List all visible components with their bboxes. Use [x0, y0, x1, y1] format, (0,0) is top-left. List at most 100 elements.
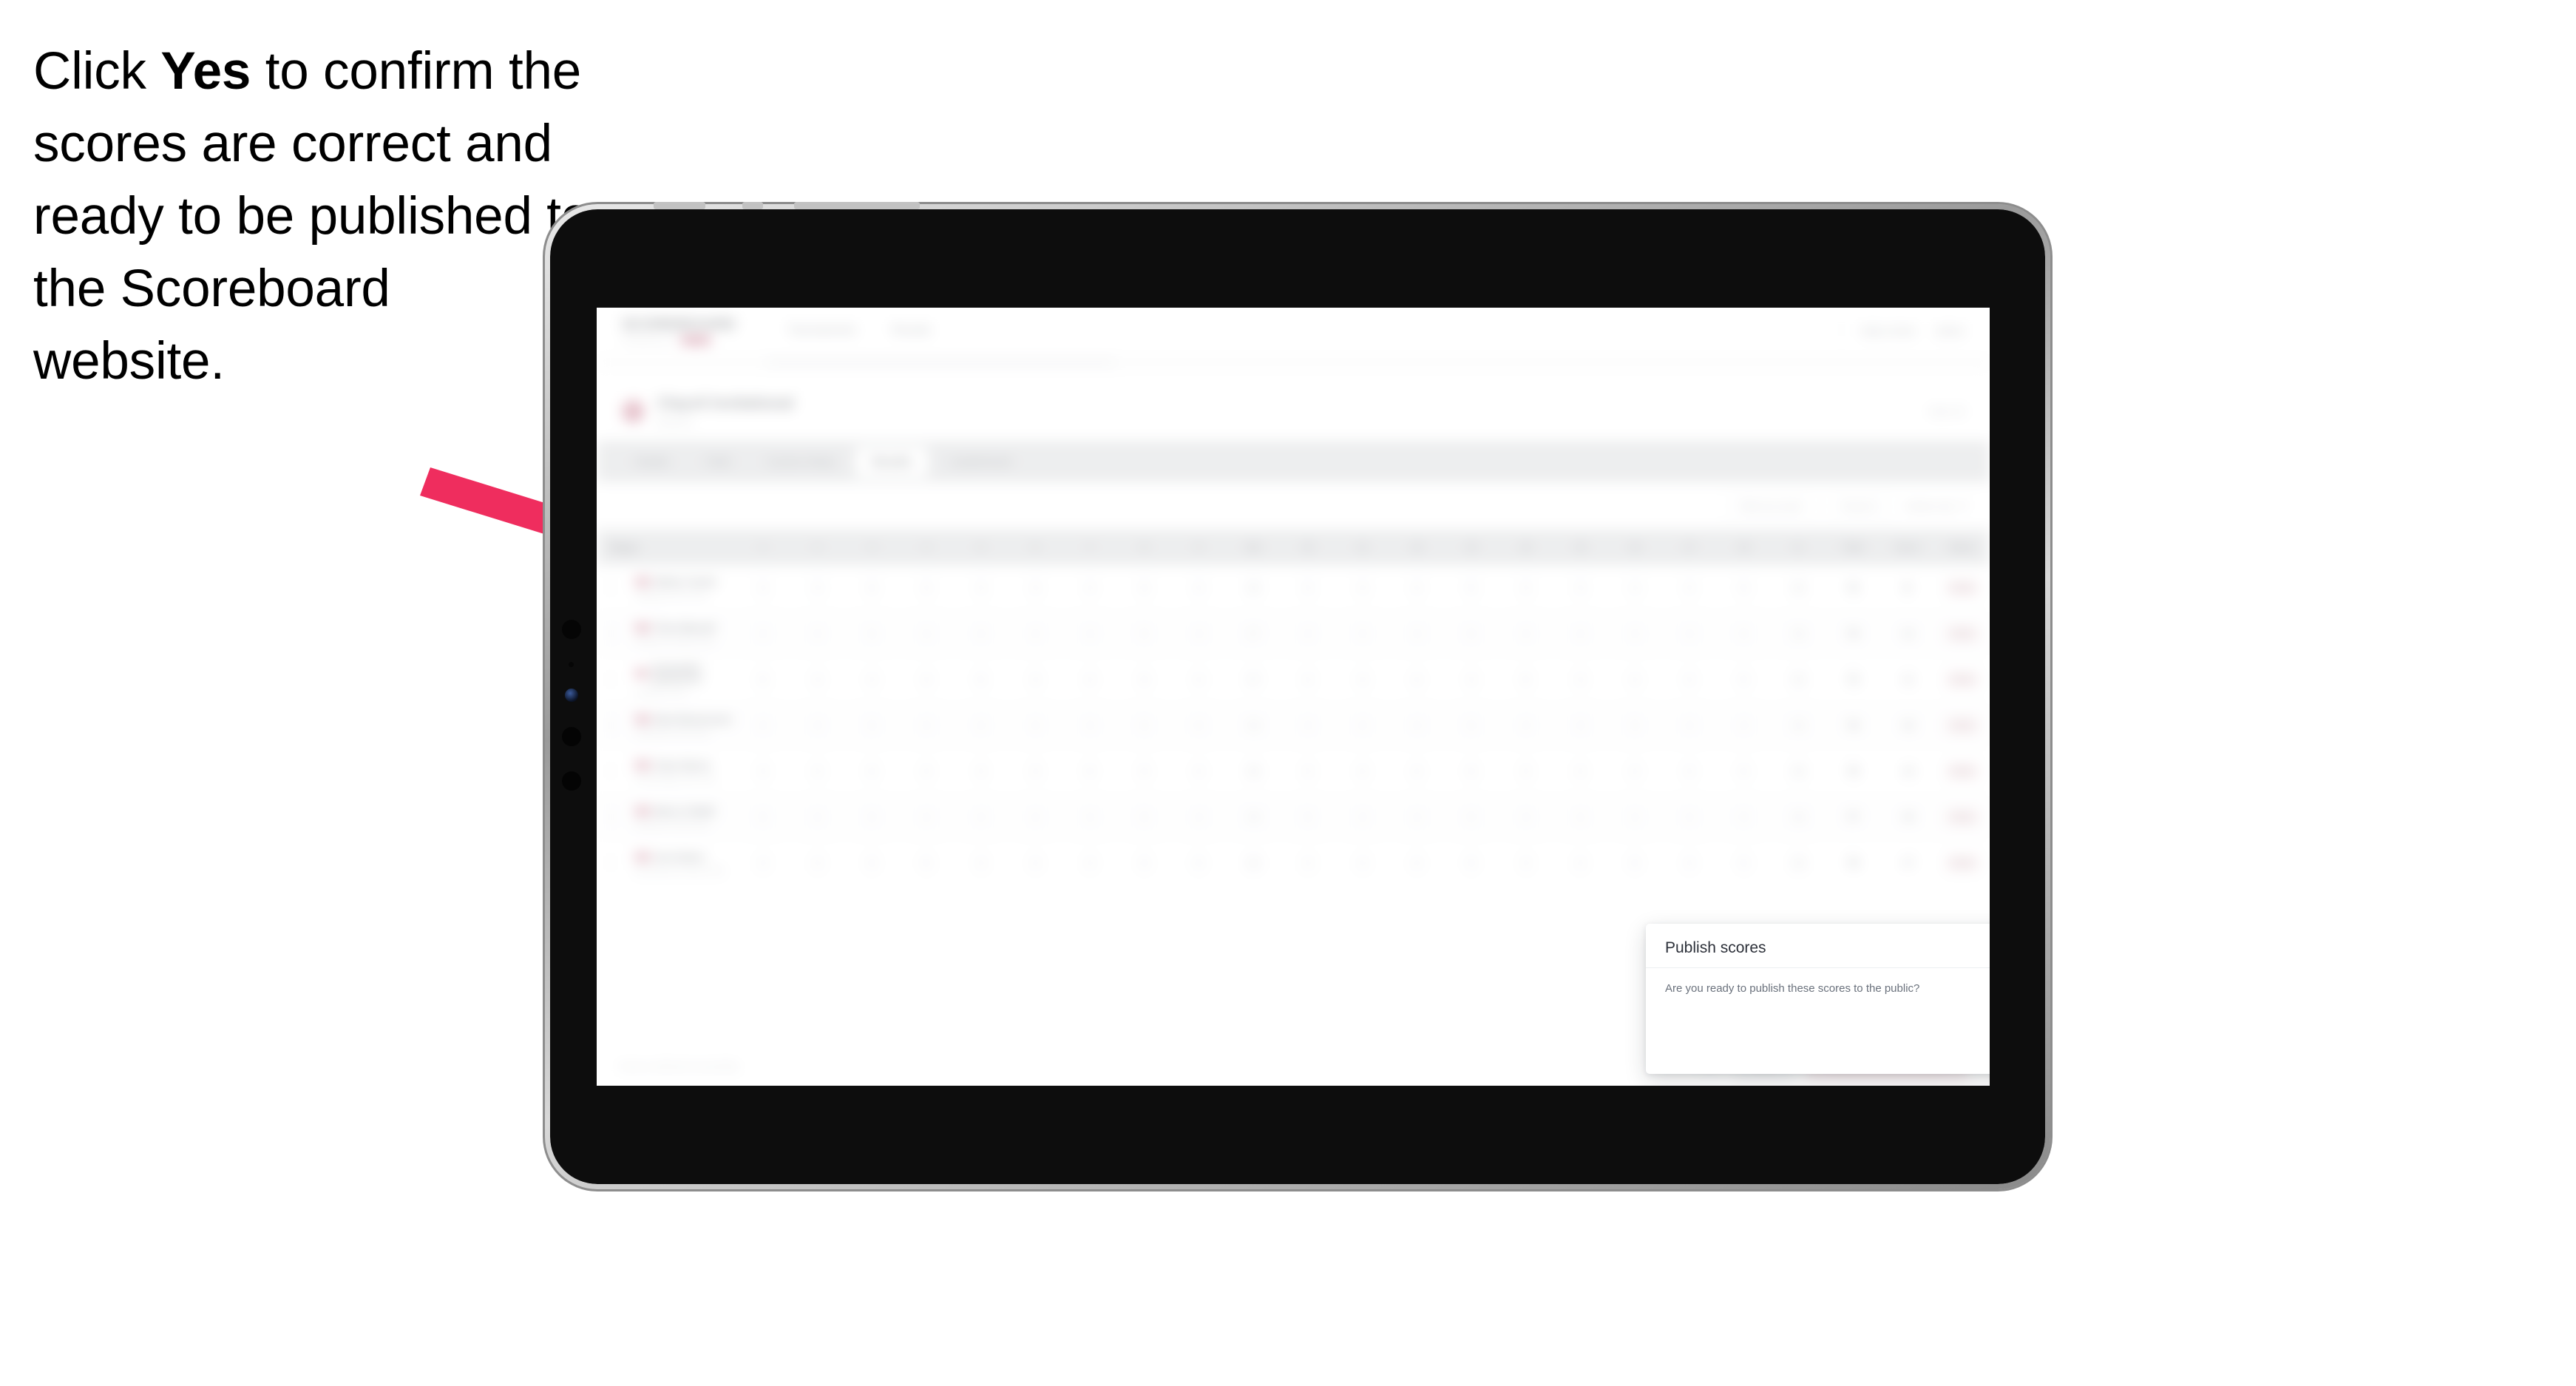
hole-score-cell[interactable]: 5 — [1444, 851, 1499, 875]
out-total-cell[interactable]: 39 — [1226, 805, 1281, 829]
hole-score-cell[interactable]: 4 — [1389, 667, 1444, 692]
hole-score-cell[interactable]: 4 — [1662, 575, 1717, 600]
hole-score-cell[interactable]: 5 — [1717, 805, 1772, 829]
hole-score-cell[interactable]: 4 — [1281, 667, 1335, 692]
hole-score-cell[interactable]: 4 — [1662, 805, 1717, 829]
table-row[interactable]: Cassandra Rutherford Larkfield Links 5 3 4 4 5… — [597, 657, 1990, 703]
hole-score-cell[interactable]: 3 — [1335, 667, 1390, 692]
hole-score-cell[interactable]: 4 — [1607, 759, 1662, 783]
in-total-cell[interactable]: 36 — [1771, 667, 1826, 692]
hole-score-cell[interactable]: 5 — [899, 851, 954, 875]
out-total-cell[interactable]: 38 — [1226, 713, 1281, 737]
hole-score-cell[interactable]: 3 — [1553, 575, 1608, 600]
hole-score-cell[interactable]: 4 — [790, 621, 845, 646]
hole-score-cell[interactable]: 4 — [736, 575, 790, 600]
hole-score-cell[interactable]: 3 — [1389, 621, 1444, 646]
hole-score-cell[interactable]: 4 — [1389, 805, 1444, 829]
out-total-cell[interactable]: 36 — [1226, 575, 1281, 600]
hole-score-cell[interactable]: 3 — [1662, 621, 1717, 646]
hole-score-cell[interactable]: 5 — [1717, 759, 1772, 783]
hole-score-cell[interactable]: 4 — [1172, 667, 1227, 692]
table-row[interactable]: Nina Rasmussen Oakhollow Golf Club 4 3 5 4 4 4 4… — [597, 703, 1990, 748]
hole-score-cell[interactable]: 4 — [954, 713, 1009, 737]
hole-score-cell[interactable]: 4 — [1499, 805, 1553, 829]
hole-score-cell[interactable]: 5 — [1717, 621, 1772, 646]
hole-score-cell[interactable]: 5 — [1281, 805, 1335, 829]
hole-score-cell[interactable]: 4 — [1172, 575, 1227, 600]
hole-score-cell[interactable]: 4 — [790, 851, 845, 875]
hole-score-cell[interactable]: 4 — [1499, 851, 1553, 875]
hole-score-cell[interactable]: 5 — [1117, 621, 1172, 646]
hole-score-cell[interactable]: 3 — [1553, 713, 1608, 737]
checkbox-icon[interactable] — [610, 855, 611, 870]
table-row[interactable]: Owen Byrne Stonebridge Golf Club 4 4 5 4 4 3 5 5 4… — [597, 748, 1990, 794]
nav-link-results[interactable]: Results — [892, 324, 931, 337]
in-total-cell[interactable]: 39 — [1771, 851, 1826, 875]
hole-score-cell[interactable]: 4 — [1607, 667, 1662, 692]
nav-link-admin[interactable]: Admin — [1935, 325, 1965, 337]
hole-score-cell[interactable]: 4 — [899, 713, 954, 737]
hole-score-cell[interactable]: 4 — [1281, 575, 1335, 600]
in-total-cell[interactable]: 36 — [1771, 575, 1826, 600]
in-total-cell[interactable]: 36 — [1771, 713, 1826, 737]
hole-score-cell[interactable]: 4 — [1662, 713, 1717, 737]
hole-score-cell[interactable]: 4 — [1062, 851, 1117, 875]
brand-logo[interactable]: SCOREBOARD POWERED BY — [622, 317, 736, 345]
hole-score-cell[interactable]: 3 — [1009, 575, 1063, 600]
hole-score-cell[interactable]: 4 — [1444, 667, 1499, 692]
hole-score-cell[interactable]: 5 — [1117, 667, 1172, 692]
hole-score-cell[interactable]: 5 — [1607, 713, 1662, 737]
tab-course-setup[interactable]: Course Setup — [750, 447, 851, 477]
hole-score-cell[interactable]: 3 — [899, 621, 954, 646]
hole-score-cell[interactable]: 4 — [1389, 575, 1444, 600]
hole-score-cell[interactable]: 3 — [1335, 575, 1390, 600]
hole-score-cell[interactable]: 5 — [1717, 575, 1772, 600]
hole-score-cell[interactable]: 4 — [1009, 713, 1063, 737]
hole-score-cell[interactable]: 4 — [1009, 621, 1063, 646]
hole-score-cell[interactable]: 5 — [1062, 759, 1117, 783]
hole-score-cell[interactable]: 4 — [1281, 713, 1335, 737]
out-total-cell[interactable]: 37 — [1226, 667, 1281, 692]
checkbox-icon[interactable] — [610, 809, 611, 824]
hole-score-cell[interactable]: 4 — [899, 667, 954, 692]
hole-score-cell[interactable]: 5 — [844, 851, 899, 875]
filter-round-select[interactable]: Filter by round — [1725, 493, 1815, 519]
hole-score-cell[interactable]: 4 — [1607, 621, 1662, 646]
hole-score-cell[interactable]: 4 — [899, 759, 954, 783]
hole-score-cell[interactable]: 3 — [1335, 713, 1390, 737]
hole-score-cell[interactable]: 5 — [1444, 759, 1499, 783]
hole-score-cell[interactable]: 4 — [1062, 713, 1117, 737]
hole-score-cell[interactable]: 4 — [1662, 851, 1717, 875]
hole-score-cell[interactable]: 4 — [736, 713, 790, 737]
hole-score-cell[interactable]: 4 — [1335, 621, 1390, 646]
checkbox-icon[interactable] — [610, 672, 611, 686]
hole-score-cell[interactable]: 5 — [1499, 667, 1553, 692]
hole-score-cell[interactable]: 3 — [790, 667, 845, 692]
hole-score-cell[interactable]: 4 — [1009, 805, 1063, 829]
hole-score-cell[interactable]: 4 — [1172, 805, 1227, 829]
device-button-top-3[interactable] — [794, 202, 920, 209]
hole-score-cell[interactable]: 4 — [736, 621, 790, 646]
row-checkbox[interactable] — [610, 855, 635, 870]
hole-score-cell[interactable]: 4 — [1335, 759, 1390, 783]
hole-score-cell[interactable]: 4 — [1717, 713, 1772, 737]
hole-score-cell[interactable]: 5 — [1717, 851, 1772, 875]
hole-score-cell[interactable]: 4 — [1499, 759, 1553, 783]
hole-score-cell[interactable]: 5 — [1444, 575, 1499, 600]
hole-score-cell[interactable]: 4 — [1662, 667, 1717, 692]
hole-score-cell[interactable]: 4 — [1607, 575, 1662, 600]
tab-leaderboard[interactable]: Leaderboard — [932, 447, 1028, 477]
filter-stroke-select[interactable]: Stroke only — [1906, 501, 1967, 512]
hole-score-cell[interactable]: 4 — [1062, 575, 1117, 600]
row-checkbox[interactable] — [610, 717, 635, 732]
hole-score-cell[interactable]: 4 — [790, 759, 845, 783]
device-button-top-2[interactable] — [742, 202, 763, 209]
row-checkbox[interactable] — [610, 580, 635, 595]
checkbox-icon[interactable] — [610, 580, 611, 595]
hole-score-cell[interactable]: 5 — [1172, 851, 1227, 875]
hole-score-cell[interactable]: 4 — [954, 621, 1009, 646]
hole-score-cell[interactable]: 4 — [1281, 621, 1335, 646]
hole-score-cell[interactable]: 4 — [954, 805, 1009, 829]
hole-score-cell[interactable]: 5 — [844, 713, 899, 737]
hole-score-cell[interactable]: 4 — [1389, 713, 1444, 737]
